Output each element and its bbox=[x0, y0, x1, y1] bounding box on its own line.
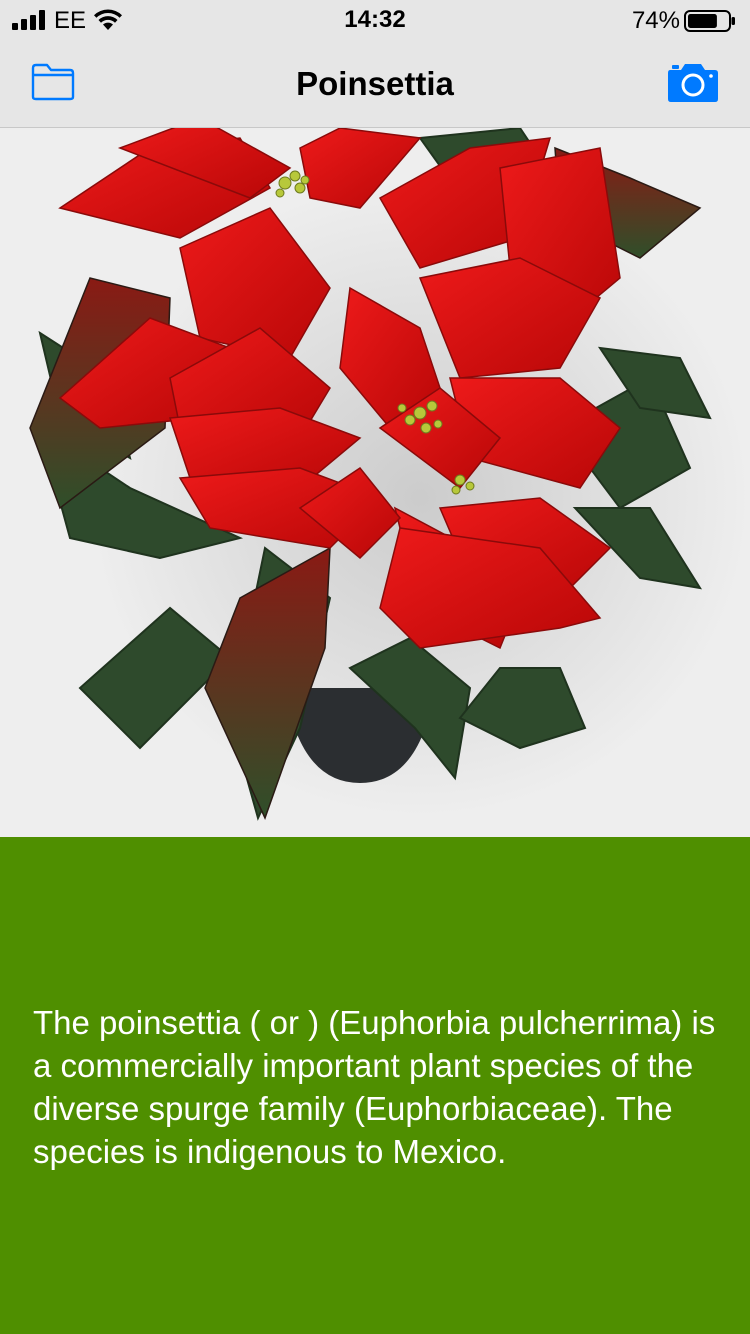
poinsettia-plant-photo bbox=[29, 128, 750, 821]
page-title: Poinsettia bbox=[296, 65, 454, 102]
camera-button[interactable] bbox=[666, 60, 720, 104]
battery-percent: 74% bbox=[631, 7, 680, 34]
top-chrome: EE 14:32 74% Poinsettia bbox=[0, 0, 750, 128]
plant-description: The poinsettia ( or ) (Euphorbia pulcher… bbox=[33, 1004, 716, 1170]
info-panel: The poinsettia ( or ) (Euphorbia pulcher… bbox=[0, 837, 750, 1334]
battery-icon bbox=[684, 10, 735, 32]
status-bar: EE 14:32 74% bbox=[0, 0, 750, 40]
battery-fill bbox=[688, 14, 717, 28]
plant-photo bbox=[0, 128, 750, 837]
app-screen: EE 14:32 74% Poinsettia The poinsettia (… bbox=[0, 0, 750, 1334]
camera-icon bbox=[668, 64, 718, 102]
navigation-bar: Poinsettia bbox=[0, 40, 750, 128]
